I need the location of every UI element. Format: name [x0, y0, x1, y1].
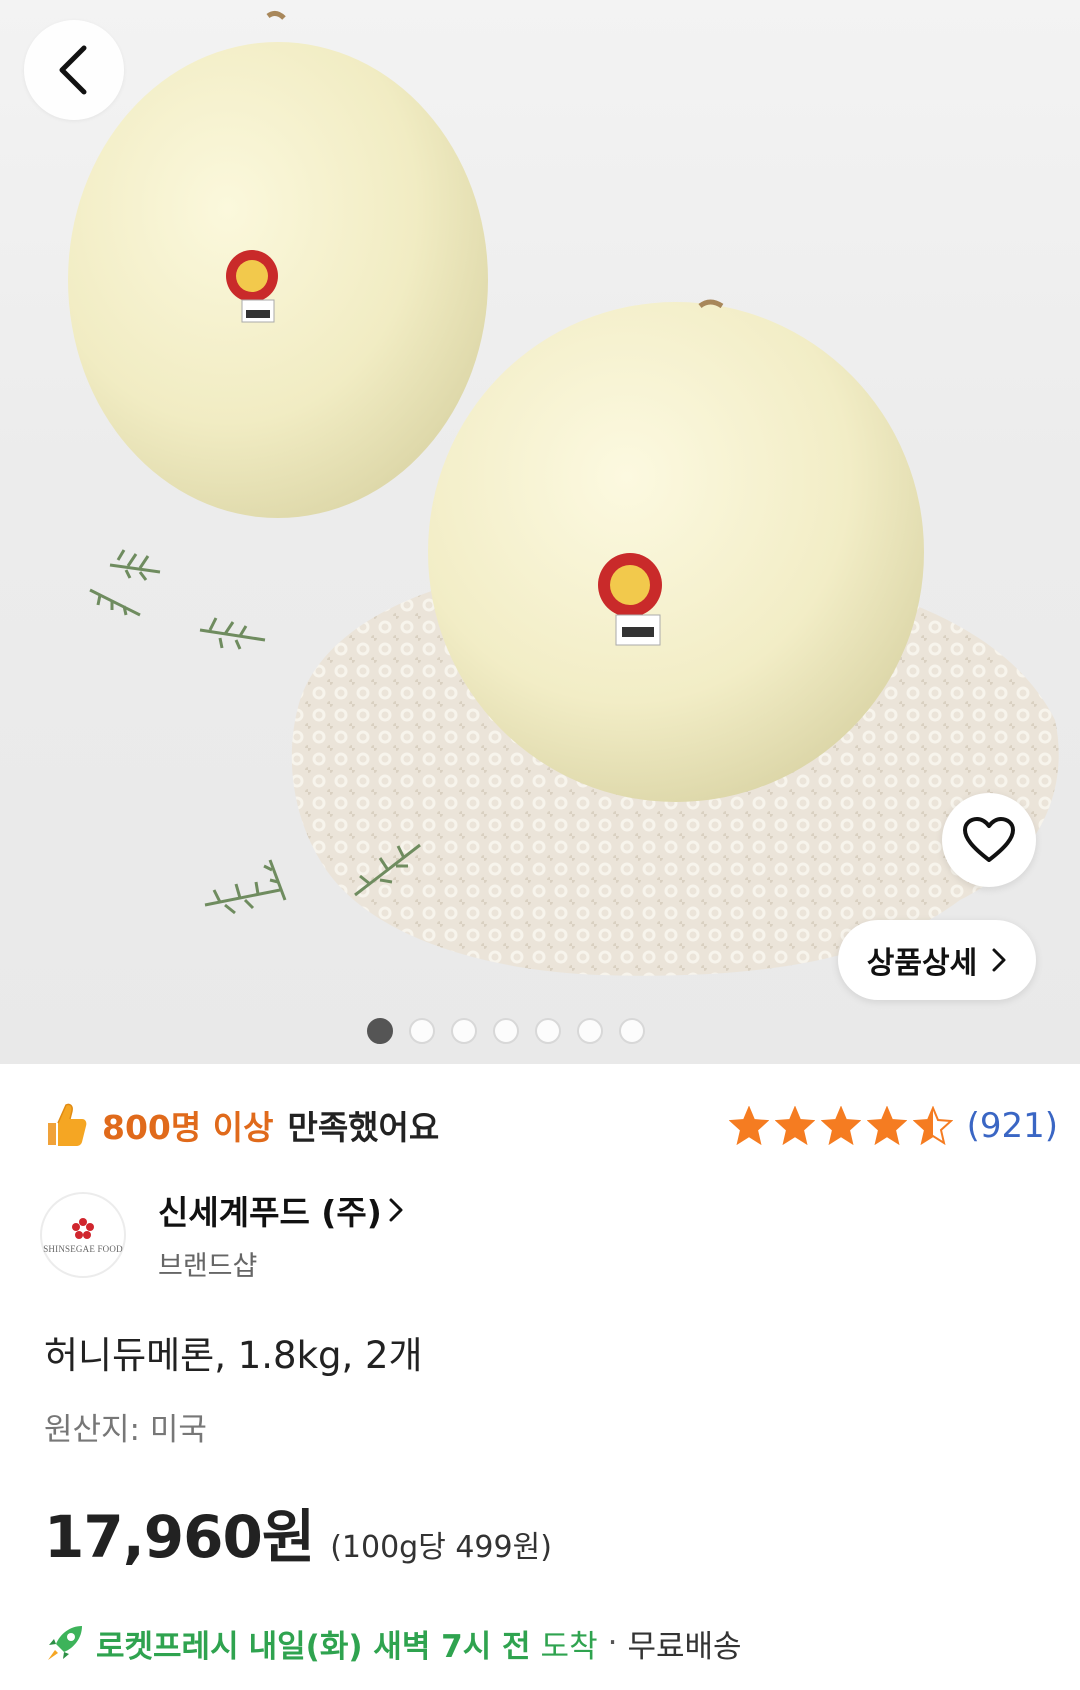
star-icon: [774, 1106, 815, 1146]
satisfaction-text: 만족했어요: [287, 1108, 440, 1147]
product-photo: [68, 10, 1059, 976]
back-button[interactable]: [24, 20, 124, 120]
carousel-indicator[interactable]: [0, 1016, 1080, 1046]
satisfaction-banner: 800명 이상 만족했어요: [44, 1095, 439, 1155]
wishlist-button[interactable]: [942, 793, 1036, 887]
product-price: 17,960원: [44, 1503, 315, 1571]
unit-price: (100g당 499원): [330, 1530, 552, 1565]
star-rating: [728, 1106, 953, 1146]
carousel-dot[interactable]: [451, 1018, 477, 1044]
carousel-dot[interactable]: [493, 1018, 519, 1044]
product-image-carousel[interactable]: 상품상세: [0, 0, 1080, 1064]
rating-summary[interactable]: (921): [728, 1098, 1058, 1154]
seller-name: 신세계푸드 (주): [158, 1193, 382, 1232]
product-detail-label: 상품상세: [866, 946, 978, 981]
separator: ·: [607, 1625, 618, 1661]
carousel-dot[interactable]: [619, 1018, 645, 1044]
star-icon: [866, 1106, 907, 1146]
product-detail-button[interactable]: 상품상세: [838, 920, 1036, 1000]
seller-logo: SHINSEGAE FOOD: [40, 1191, 126, 1278]
review-count[interactable]: (921): [967, 1106, 1058, 1146]
satisfaction-count: 800명 이상: [102, 1108, 274, 1147]
thumbs-up-icon: [48, 1103, 87, 1146]
melon-back: [68, 42, 488, 518]
chevron-right-icon: [389, 1198, 403, 1222]
product-title: 허니듀메론, 1.8kg, 2개: [44, 1334, 423, 1377]
product-origin: 원산지: 미국: [44, 1412, 207, 1448]
seller-info[interactable]: SHINSEGAE FOOD 신세계푸드 (주) 브랜드샵: [40, 1186, 404, 1283]
seller-subtitle: 브랜드샵: [158, 1251, 258, 1282]
arrival-time: 내일(화) 새벽 7시 전: [248, 1628, 531, 1665]
star-icon: [820, 1106, 861, 1146]
rocket-icon: [48, 1626, 82, 1660]
free-shipping: 무료배송: [627, 1628, 742, 1665]
chevron-right-icon: [992, 948, 1006, 972]
star-icon: [728, 1106, 769, 1146]
carousel-dot[interactable]: [577, 1018, 603, 1044]
star-icon: [912, 1106, 953, 1146]
carousel-dot[interactable]: [409, 1018, 435, 1044]
flower-logo-icon: [72, 1217, 94, 1239]
delivery-info: 로켓프레시 내일(화) 새벽 7시 전 도착 · 무료배송: [44, 1618, 742, 1668]
arrival-suffix: 도착: [540, 1628, 598, 1665]
rocket-fresh-label: 로켓프레시: [96, 1628, 239, 1665]
price-row: 17,960원 (100g당 499원): [44, 1490, 552, 1574]
heart-icon: [963, 817, 1015, 862]
melon-front: [428, 302, 924, 802]
chevron-left-icon: [59, 45, 87, 95]
carousel-dot[interactable]: [535, 1018, 561, 1044]
carousel-dot[interactable]: [367, 1018, 393, 1044]
seller-logo-text: SHINSEGAE FOOD: [43, 1243, 123, 1254]
seller-link[interactable]: 신세계푸드 (주): [158, 1186, 404, 1234]
